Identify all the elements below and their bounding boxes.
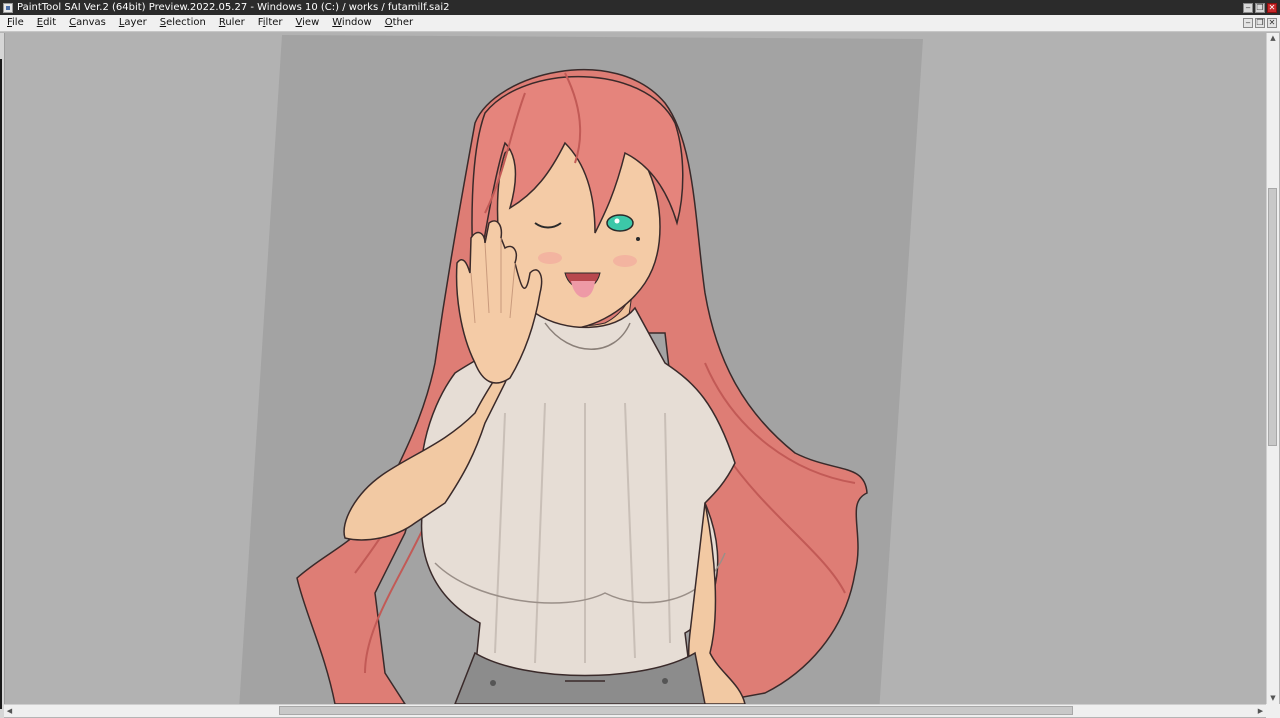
menu-filter[interactable]: Filter — [251, 15, 289, 31]
menu-layer[interactable]: Layer — [112, 15, 153, 31]
menu-file[interactable]: File — [0, 15, 30, 31]
app-icon — [3, 2, 13, 13]
eye — [606, 214, 634, 232]
menu-other[interactable]: Other — [378, 15, 419, 31]
title-bar: PaintTool SAI Ver.2 (64bit) Preview.2022… — [0, 0, 1280, 15]
canvas-view[interactable] — [4, 33, 1267, 704]
horizontal-scroll-thumb[interactable] — [279, 706, 1073, 715]
horizontal-scrollbar[interactable]: ◀ ▶ — [4, 704, 1266, 717]
menu-selection[interactable]: Selection — [153, 15, 212, 31]
restore-button[interactable]: ❐ — [1255, 2, 1265, 13]
window-title: PaintTool SAI Ver.2 (64bit) Preview.2022… — [17, 2, 450, 13]
scroll-right-icon[interactable]: ▶ — [1255, 705, 1266, 717]
scroll-up-icon[interactable]: ▲ — [1267, 33, 1279, 44]
close-button[interactable]: ✕ — [1267, 2, 1277, 13]
vertical-scroll-thumb[interactable] — [1268, 188, 1277, 446]
vertical-scrollbar[interactable]: ▲ ▼ — [1266, 33, 1279, 704]
scroll-left-icon[interactable]: ◀ — [4, 705, 15, 717]
menu-bar: File Edit Canvas Layer Selection Ruler F… — [0, 15, 1280, 32]
menu-edit[interactable]: Edit — [30, 15, 62, 31]
document-minimize-button[interactable]: ‒ — [1243, 18, 1253, 28]
menu-ruler[interactable]: Ruler — [212, 15, 251, 31]
menu-view[interactable]: View — [289, 15, 326, 31]
menu-canvas[interactable]: Canvas — [62, 15, 112, 31]
menu-window[interactable]: Window — [325, 15, 377, 31]
document-restore-button[interactable]: ❐ — [1255, 18, 1265, 28]
scroll-down-icon[interactable]: ▼ — [1267, 693, 1279, 704]
scrollbar-corner — [1266, 704, 1280, 718]
artwork — [239, 35, 923, 704]
minimize-button[interactable]: ‒ — [1243, 2, 1253, 13]
document-close-button[interactable]: ✕ — [1267, 18, 1277, 28]
